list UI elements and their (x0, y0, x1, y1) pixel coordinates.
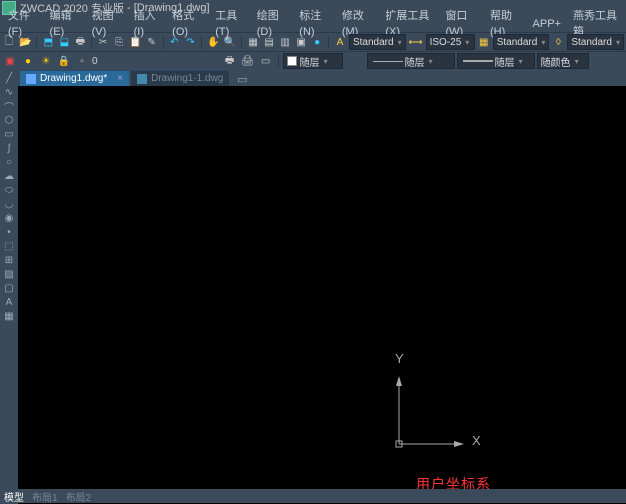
line-icon[interactable]: ╱ (2, 72, 16, 84)
ellipse-icon[interactable]: ⬭ (2, 184, 16, 196)
cloud-icon[interactable]: ☁ (2, 170, 16, 182)
tablestyle-dropdown[interactable]: Standard▾ (493, 34, 550, 50)
status-layout2[interactable]: 布局2 (66, 489, 92, 504)
ucs-icon (396, 376, 476, 459)
ellipse-arc-icon[interactable]: ◡ (2, 198, 16, 210)
dimstyle-icon[interactable]: ⟷ (408, 34, 424, 50)
menu-app[interactable]: APP+ (527, 16, 567, 32)
status-model[interactable]: 模型 (4, 489, 24, 504)
style-icon[interactable]: ◊ (551, 34, 565, 50)
separator (328, 35, 329, 49)
lineweight-dropdown[interactable]: 随层▾ (457, 53, 535, 69)
polygon-icon[interactable]: ⬡ (2, 114, 16, 126)
layer-prop-icon[interactable]: ▣ (2, 53, 18, 69)
tab-drawing1-1[interactable]: Drawing1-1.dwg (131, 70, 229, 86)
menu-bar: 文件(F) 编辑(E) 视图(V) 插入(I) 格式(O) 工具(T) 绘图(D… (0, 16, 626, 32)
new-tab-icon[interactable]: ▭ (235, 72, 249, 86)
open-icon[interactable]: 📂 (18, 34, 32, 50)
layer-lock-icon[interactable]: 🔒 (56, 53, 72, 69)
redo-icon[interactable]: ↷ (183, 34, 197, 50)
textstyle-dropdown[interactable]: Standard▾ (349, 34, 406, 50)
region-icon[interactable]: ▢ (2, 282, 16, 294)
grid2-icon[interactable]: ▤ (262, 34, 276, 50)
separator (241, 35, 242, 49)
toolbar-layer: ▣ ● ☀ 🔒 ▫ 0 🖶 🖨 ▭ 随层▾ 随层▾ 随层▾ 随颜色▾ (0, 51, 626, 70)
color-swatch-icon (287, 56, 297, 66)
circle-icon[interactable]: ○ (2, 156, 16, 168)
draw-toolbar: ╱ ∿ ⌒ ⬡ ▭ ∫ ○ ☁ ⬭ ◡ ◉ • ⬚ ⊞ ▨ ▢ A ▦ (0, 70, 18, 504)
web-icon[interactable]: ● (310, 34, 324, 50)
textstyle-icon[interactable]: A (333, 34, 347, 50)
file-icon (137, 74, 147, 84)
axis-y-label: Y (395, 351, 404, 366)
paste-icon[interactable]: 📋 (128, 34, 142, 50)
drawing-canvas[interactable]: Y X 用户坐标系 (18, 86, 626, 504)
lineweight-icon (463, 60, 493, 62)
document-tabs: Drawing1.dwg* × Drawing1-1.dwg ▭ (18, 70, 626, 86)
color-dropdown[interactable]: 随层▾ (283, 53, 343, 69)
dimstyle-dropdown[interactable]: ISO-25▾ (426, 34, 475, 50)
tab-label: Drawing1-1.dwg (151, 73, 223, 84)
text-icon[interactable]: A (2, 296, 16, 308)
layer-zero: 0 (92, 56, 98, 67)
grid4-icon[interactable]: ▣ (294, 34, 308, 50)
file-icon (26, 74, 36, 84)
donut-icon[interactable]: ◉ (2, 212, 16, 224)
grid1-icon[interactable]: ▦ (246, 34, 260, 50)
pan-icon[interactable]: ✋ (206, 34, 220, 50)
tool-icon[interactable]: ⬓ (57, 34, 71, 50)
save-icon[interactable]: ⬒ (41, 34, 55, 50)
undo-icon[interactable]: ↶ (167, 34, 181, 50)
plot-icon[interactable]: 🖨 (240, 53, 256, 69)
point-icon[interactable]: • (2, 226, 16, 238)
grid3-icon[interactable]: ▥ (278, 34, 292, 50)
preview-icon[interactable]: ▭ (258, 53, 274, 69)
tab-label: Drawing1.dwg* (40, 73, 107, 84)
new-icon[interactable]: 🗋 (2, 34, 16, 50)
linetype-dropdown[interactable]: 随层▾ (367, 53, 455, 69)
layer-on-icon[interactable]: ● (20, 53, 36, 69)
separator (163, 35, 164, 49)
mblock-icon[interactable]: ⊞ (2, 254, 16, 266)
layer-color-icon[interactable]: ▫ (74, 53, 90, 69)
tablestyle-icon[interactable]: ▦ (477, 34, 491, 50)
print2-icon[interactable]: 🖶 (222, 53, 238, 69)
table-icon[interactable]: ▦ (2, 310, 16, 322)
separator (91, 35, 92, 49)
arc-icon[interactable]: ⌒ (2, 100, 16, 112)
separator (36, 35, 37, 49)
copy-icon[interactable]: ⎘ (112, 34, 126, 50)
status-bar: 模型 布局1 布局2 (0, 489, 626, 503)
layer-freeze-icon[interactable]: ☀ (38, 53, 54, 69)
plotcolor-dropdown[interactable]: 随颜色▾ (537, 53, 589, 69)
zoom-icon[interactable]: 🔍 (223, 34, 237, 50)
hatch-icon[interactable]: ▨ (2, 268, 16, 280)
cut-icon[interactable]: ✂ (96, 34, 110, 50)
block-icon[interactable]: ⬚ (2, 240, 16, 252)
match-icon[interactable]: ✎ (145, 34, 159, 50)
separator (201, 35, 202, 49)
status-layout1[interactable]: 布局1 (32, 489, 58, 504)
close-tab-icon[interactable]: × (117, 73, 123, 84)
tab-drawing1[interactable]: Drawing1.dwg* × (20, 70, 129, 86)
separator (278, 54, 279, 68)
pline-icon[interactable]: ∿ (2, 86, 16, 98)
print-icon[interactable]: 🖶 (73, 34, 87, 50)
spline-icon[interactable]: ∫ (2, 142, 16, 154)
linetype-icon (373, 61, 403, 62)
rect-icon[interactable]: ▭ (2, 128, 16, 140)
style-dropdown[interactable]: Standard▾ (567, 34, 624, 50)
